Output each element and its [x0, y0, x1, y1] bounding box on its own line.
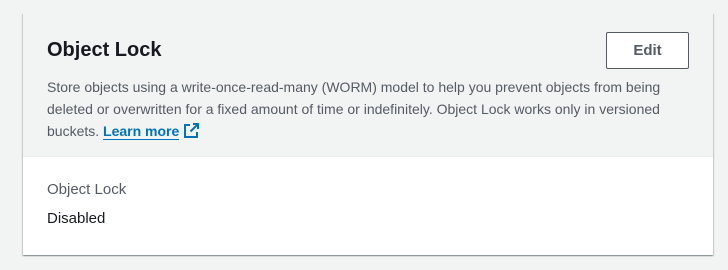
object-lock-label: Object Lock — [47, 181, 127, 198]
object-lock-value: Disabled — [47, 210, 106, 227]
learn-more-label: Learn more — [103, 123, 180, 139]
edit-button[interactable]: Edit — [606, 32, 689, 69]
panel-title: Object Lock — [47, 39, 162, 61]
external-link-icon[interactable] — [183, 123, 200, 145]
object-lock-panel: Object Lock Edit Store objects using a w… — [23, 13, 713, 255]
panel-description: Store objects using a write-once-read-ma… — [47, 76, 695, 145]
learn-more-link[interactable]: Learn more — [103, 123, 180, 140]
panel-header: Object Lock Edit Store objects using a w… — [23, 13, 713, 157]
